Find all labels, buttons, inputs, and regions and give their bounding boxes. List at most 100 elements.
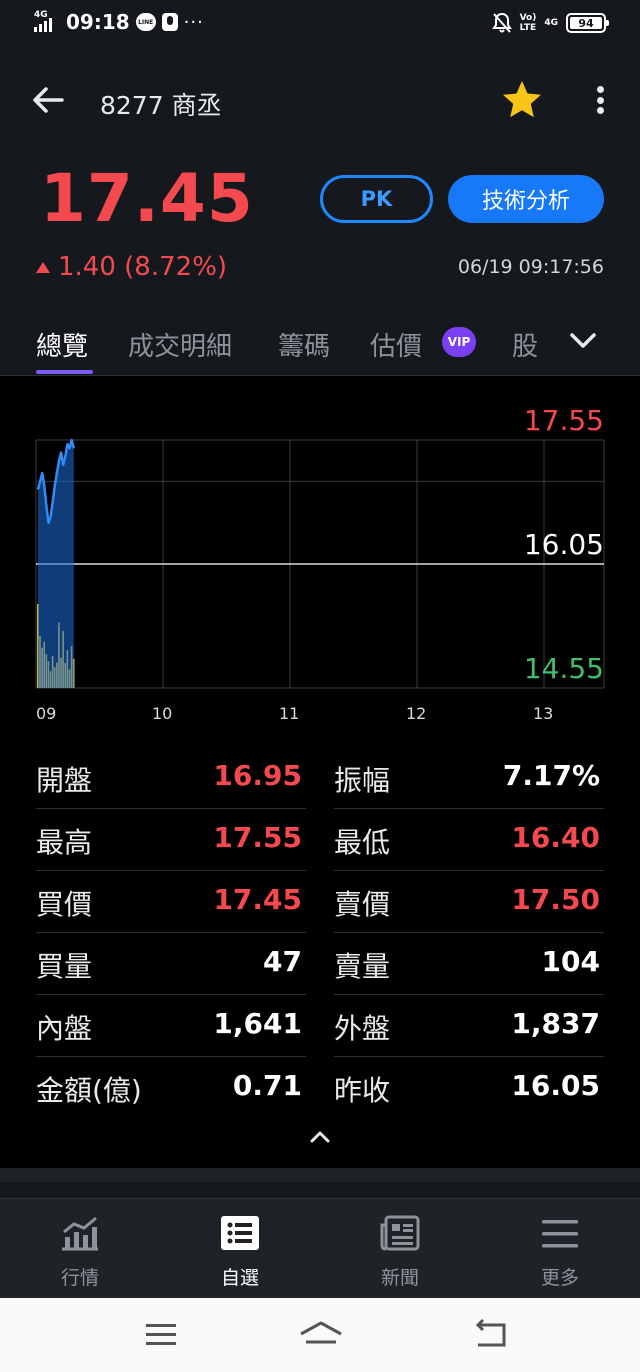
stat-value: 47 bbox=[263, 945, 302, 978]
current-price: 17.45 bbox=[40, 160, 254, 237]
back-nav-icon[interactable] bbox=[470, 1318, 510, 1352]
line-app-icon: LINE bbox=[135, 13, 156, 31]
more-notifications-icon: ··· bbox=[183, 11, 204, 33]
x-axis-tick-label: 10 bbox=[152, 704, 173, 723]
stats-row: 買量 47 賣量 104 bbox=[36, 933, 604, 995]
market-chart-icon bbox=[62, 1216, 98, 1251]
stat-value: 0.71 bbox=[232, 1069, 302, 1102]
recent-apps-icon[interactable] bbox=[142, 1318, 182, 1352]
favorite-button[interactable] bbox=[500, 78, 544, 122]
stat-cell: 外盤 1,837 bbox=[334, 995, 604, 1057]
stat-label: 賣量 bbox=[334, 950, 391, 983]
stats-row: 開盤 16.95 振幅 7.17% bbox=[36, 747, 604, 809]
mic-icon bbox=[161, 13, 178, 31]
nav-market-label: 行情 bbox=[60, 1267, 99, 1289]
pk-button[interactable]: PK bbox=[320, 175, 433, 223]
bottom-navigation: 行情 自選 新聞 更多 bbox=[0, 1198, 640, 1298]
tab-stock[interactable]: 股 bbox=[512, 326, 538, 363]
stats-row: 內盤 1,641 外盤 1,837 bbox=[36, 995, 604, 1057]
nav-news[interactable]: 新聞 bbox=[320, 1199, 480, 1299]
tabs-expand-button[interactable] bbox=[566, 326, 600, 356]
chevron-down-icon bbox=[570, 333, 596, 348]
y-axis-tick-label: 14.55 bbox=[523, 652, 604, 685]
stat-cell: 昨收 16.05 bbox=[334, 1057, 604, 1119]
stat-cell: 賣價 17.50 bbox=[334, 871, 604, 933]
battery-icon: 94 bbox=[566, 13, 609, 33]
stat-label: 賣價 bbox=[334, 888, 391, 921]
stat-label: 最低 bbox=[334, 826, 391, 859]
nav-market[interactable]: 行情 bbox=[0, 1199, 160, 1299]
tab-valuation[interactable]: 估價 bbox=[370, 326, 422, 363]
stats-row: 最高 17.55 最低 16.40 bbox=[36, 809, 604, 871]
stat-value: 16.40 bbox=[511, 821, 600, 854]
y-axis-tick-label: 16.05 bbox=[523, 528, 604, 561]
stock-title: 8277 商丞 bbox=[100, 91, 222, 120]
technical-analysis-button[interactable]: 技術分析 bbox=[448, 175, 604, 223]
volte-indicator: Vo) LTE bbox=[520, 13, 537, 33]
stats-row: 買價 17.45 賣價 17.50 bbox=[36, 871, 604, 933]
overview-panel: 17.55 16.05 14.55 09 10 11 12 13 開盤 16.95 振幅 7.17… bbox=[0, 376, 640, 1168]
stat-label: 內盤 bbox=[36, 1012, 93, 1045]
x-axis-tick-label: 12 bbox=[406, 704, 427, 723]
home-icon[interactable] bbox=[298, 1318, 344, 1352]
stat-value: 16.05 bbox=[511, 1069, 600, 1102]
stat-value: 17.50 bbox=[511, 883, 600, 916]
signal-icon: 4G bbox=[34, 10, 60, 34]
x-axis-tick-label: 13 bbox=[533, 704, 554, 723]
stat-label: 昨收 bbox=[334, 1074, 391, 1107]
section-spacer bbox=[0, 1182, 640, 1198]
system-navigation-bar bbox=[0, 1298, 640, 1372]
back-arrow-icon bbox=[33, 87, 64, 113]
status-time: 09:18 bbox=[66, 10, 130, 34]
stat-label: 外盤 bbox=[334, 1012, 391, 1045]
nav-more-label: 更多 bbox=[540, 1267, 579, 1289]
status-bar: 4G 09:18 LINE ··· Vo) LTE 4G 94 bbox=[0, 0, 640, 50]
stat-cell: 振幅 7.17% bbox=[334, 747, 604, 809]
more-options-button[interactable] bbox=[588, 82, 612, 118]
volte-top-label: Vo) bbox=[519, 13, 537, 23]
stat-value: 16.95 bbox=[213, 759, 302, 792]
mute-icon bbox=[491, 12, 512, 34]
stat-cell: 開盤 16.95 bbox=[36, 747, 306, 809]
stat-label: 買價 bbox=[36, 888, 93, 921]
stat-cell: 內盤 1,641 bbox=[36, 995, 306, 1057]
stat-label: 最高 bbox=[36, 826, 93, 859]
y-axis-tick-label: 17.55 bbox=[523, 404, 604, 437]
up-triangle-icon bbox=[36, 261, 50, 273]
stat-label: 振幅 bbox=[334, 764, 391, 797]
x-axis-tick-label: 09 bbox=[36, 704, 57, 723]
stat-value: 17.55 bbox=[213, 821, 302, 854]
stat-cell: 最低 16.40 bbox=[334, 809, 604, 871]
vip-badge: VIP bbox=[442, 327, 476, 357]
menu-icon bbox=[542, 1220, 578, 1248]
stat-cell: 買價 17.45 bbox=[36, 871, 306, 933]
nav-watchlist-label: 自選 bbox=[220, 1267, 259, 1289]
price-change: 1.40 (8.72%) bbox=[36, 252, 227, 282]
x-axis-tick-label: 11 bbox=[279, 704, 300, 723]
section-divider bbox=[0, 1168, 640, 1182]
quote-timestamp: 06/19 09:17:56 bbox=[457, 256, 604, 278]
tab-bar: 總覽 成交明細 籌碼 估價 股 bbox=[0, 318, 640, 376]
price-change-value: 1.40 (8.72%) bbox=[58, 252, 228, 282]
tab-trade-details[interactable]: 成交明細 bbox=[128, 326, 232, 363]
nav-news-label: 新聞 bbox=[380, 1267, 419, 1289]
star-icon bbox=[503, 81, 541, 118]
stat-label: 金額(億) bbox=[36, 1074, 142, 1107]
watchlist-icon bbox=[221, 1216, 259, 1250]
stat-value: 104 bbox=[541, 945, 600, 978]
news-icon bbox=[380, 1215, 420, 1251]
nav-watchlist[interactable]: 自選 bbox=[160, 1199, 320, 1299]
stat-cell: 賣量 104 bbox=[334, 933, 604, 995]
stat-value: 17.45 bbox=[213, 883, 302, 916]
stat-value: 7.17% bbox=[502, 759, 600, 792]
app-header: 8277 商丞 bbox=[0, 68, 640, 132]
stat-cell: 金額(億) 0.71 bbox=[36, 1057, 306, 1119]
stat-value: 1,837 bbox=[511, 1007, 600, 1040]
tab-overview[interactable]: 總覽 bbox=[36, 326, 88, 363]
nav-more[interactable]: 更多 bbox=[480, 1199, 640, 1299]
tab-chips[interactable]: 籌碼 bbox=[278, 326, 330, 363]
active-tab-indicator bbox=[36, 370, 93, 374]
collapse-button[interactable] bbox=[308, 1128, 332, 1146]
stats-row: 金額(億) 0.71 昨收 16.05 bbox=[36, 1057, 604, 1119]
back-button[interactable] bbox=[30, 82, 66, 118]
